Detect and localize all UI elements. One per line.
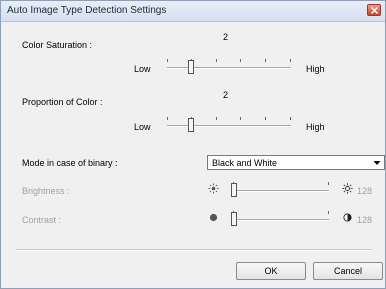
contrast-label: Contrast : (22, 215, 62, 225)
slider-tick (216, 59, 217, 62)
slider-track (167, 67, 291, 69)
color-saturation-low-label: Low (134, 64, 151, 74)
chevron-down-icon[interactable] (373, 159, 381, 167)
proportion-of-color-slider[interactable] (167, 113, 291, 135)
slider-tick (167, 59, 168, 62)
slider-tick (328, 211, 329, 214)
color-saturation-value: 2 (223, 32, 229, 42)
sun-bright-icon (342, 183, 353, 194)
cancel-button[interactable]: Cancel (313, 262, 383, 280)
title-bar[interactable]: Auto Image Type Detection Settings (1, 1, 385, 22)
slider-track (233, 190, 329, 192)
slider-thumb[interactable] (188, 60, 194, 74)
binary-mode-selected-value: Black and White (212, 158, 278, 168)
slider-tick (328, 182, 329, 185)
slider-track (167, 125, 291, 127)
proportion-of-color-high-label: High (306, 122, 325, 132)
slider-tick (240, 59, 241, 62)
slider-tick (167, 117, 168, 120)
slider-tick (290, 117, 291, 120)
window-title: Auto Image Type Detection Settings (7, 5, 167, 16)
slider-tick (265, 59, 266, 62)
sun-dim-icon (208, 183, 219, 194)
color-saturation-high-label: High (306, 64, 325, 74)
slider-tick (216, 117, 217, 120)
separator (16, 249, 372, 251)
slider-track (233, 219, 329, 221)
slider-tick (240, 117, 241, 120)
binary-mode-select[interactable]: Black and White (207, 155, 385, 170)
color-saturation-label: Color Saturation : (22, 40, 93, 50)
binary-mode-label: Mode in case of binary : (22, 158, 118, 168)
slider-thumb[interactable] (231, 183, 237, 197)
brightness-label: Brightness : (22, 186, 70, 196)
color-saturation-slider[interactable] (167, 55, 291, 77)
dialog-window: Auto Image Type Detection Settings Color… (0, 0, 386, 289)
circle-full-icon (209, 213, 218, 222)
brightness-slider[interactable] (231, 178, 329, 200)
slider-thumb[interactable] (231, 212, 237, 226)
close-button[interactable] (367, 4, 381, 16)
slider-tick (290, 59, 291, 62)
slider-tick (265, 117, 266, 120)
brightness-value: 128 (357, 186, 373, 196)
proportion-of-color-low-label: Low (134, 122, 151, 132)
contrast-slider[interactable] (231, 207, 329, 229)
slider-thumb[interactable] (188, 118, 194, 132)
proportion-of-color-label: Proportion of Color : (22, 97, 103, 107)
proportion-of-color-value: 2 (223, 90, 229, 100)
circle-half-icon (343, 213, 352, 222)
contrast-value: 128 (357, 215, 373, 225)
ok-button[interactable]: OK (236, 262, 306, 280)
close-icon (371, 7, 378, 14)
